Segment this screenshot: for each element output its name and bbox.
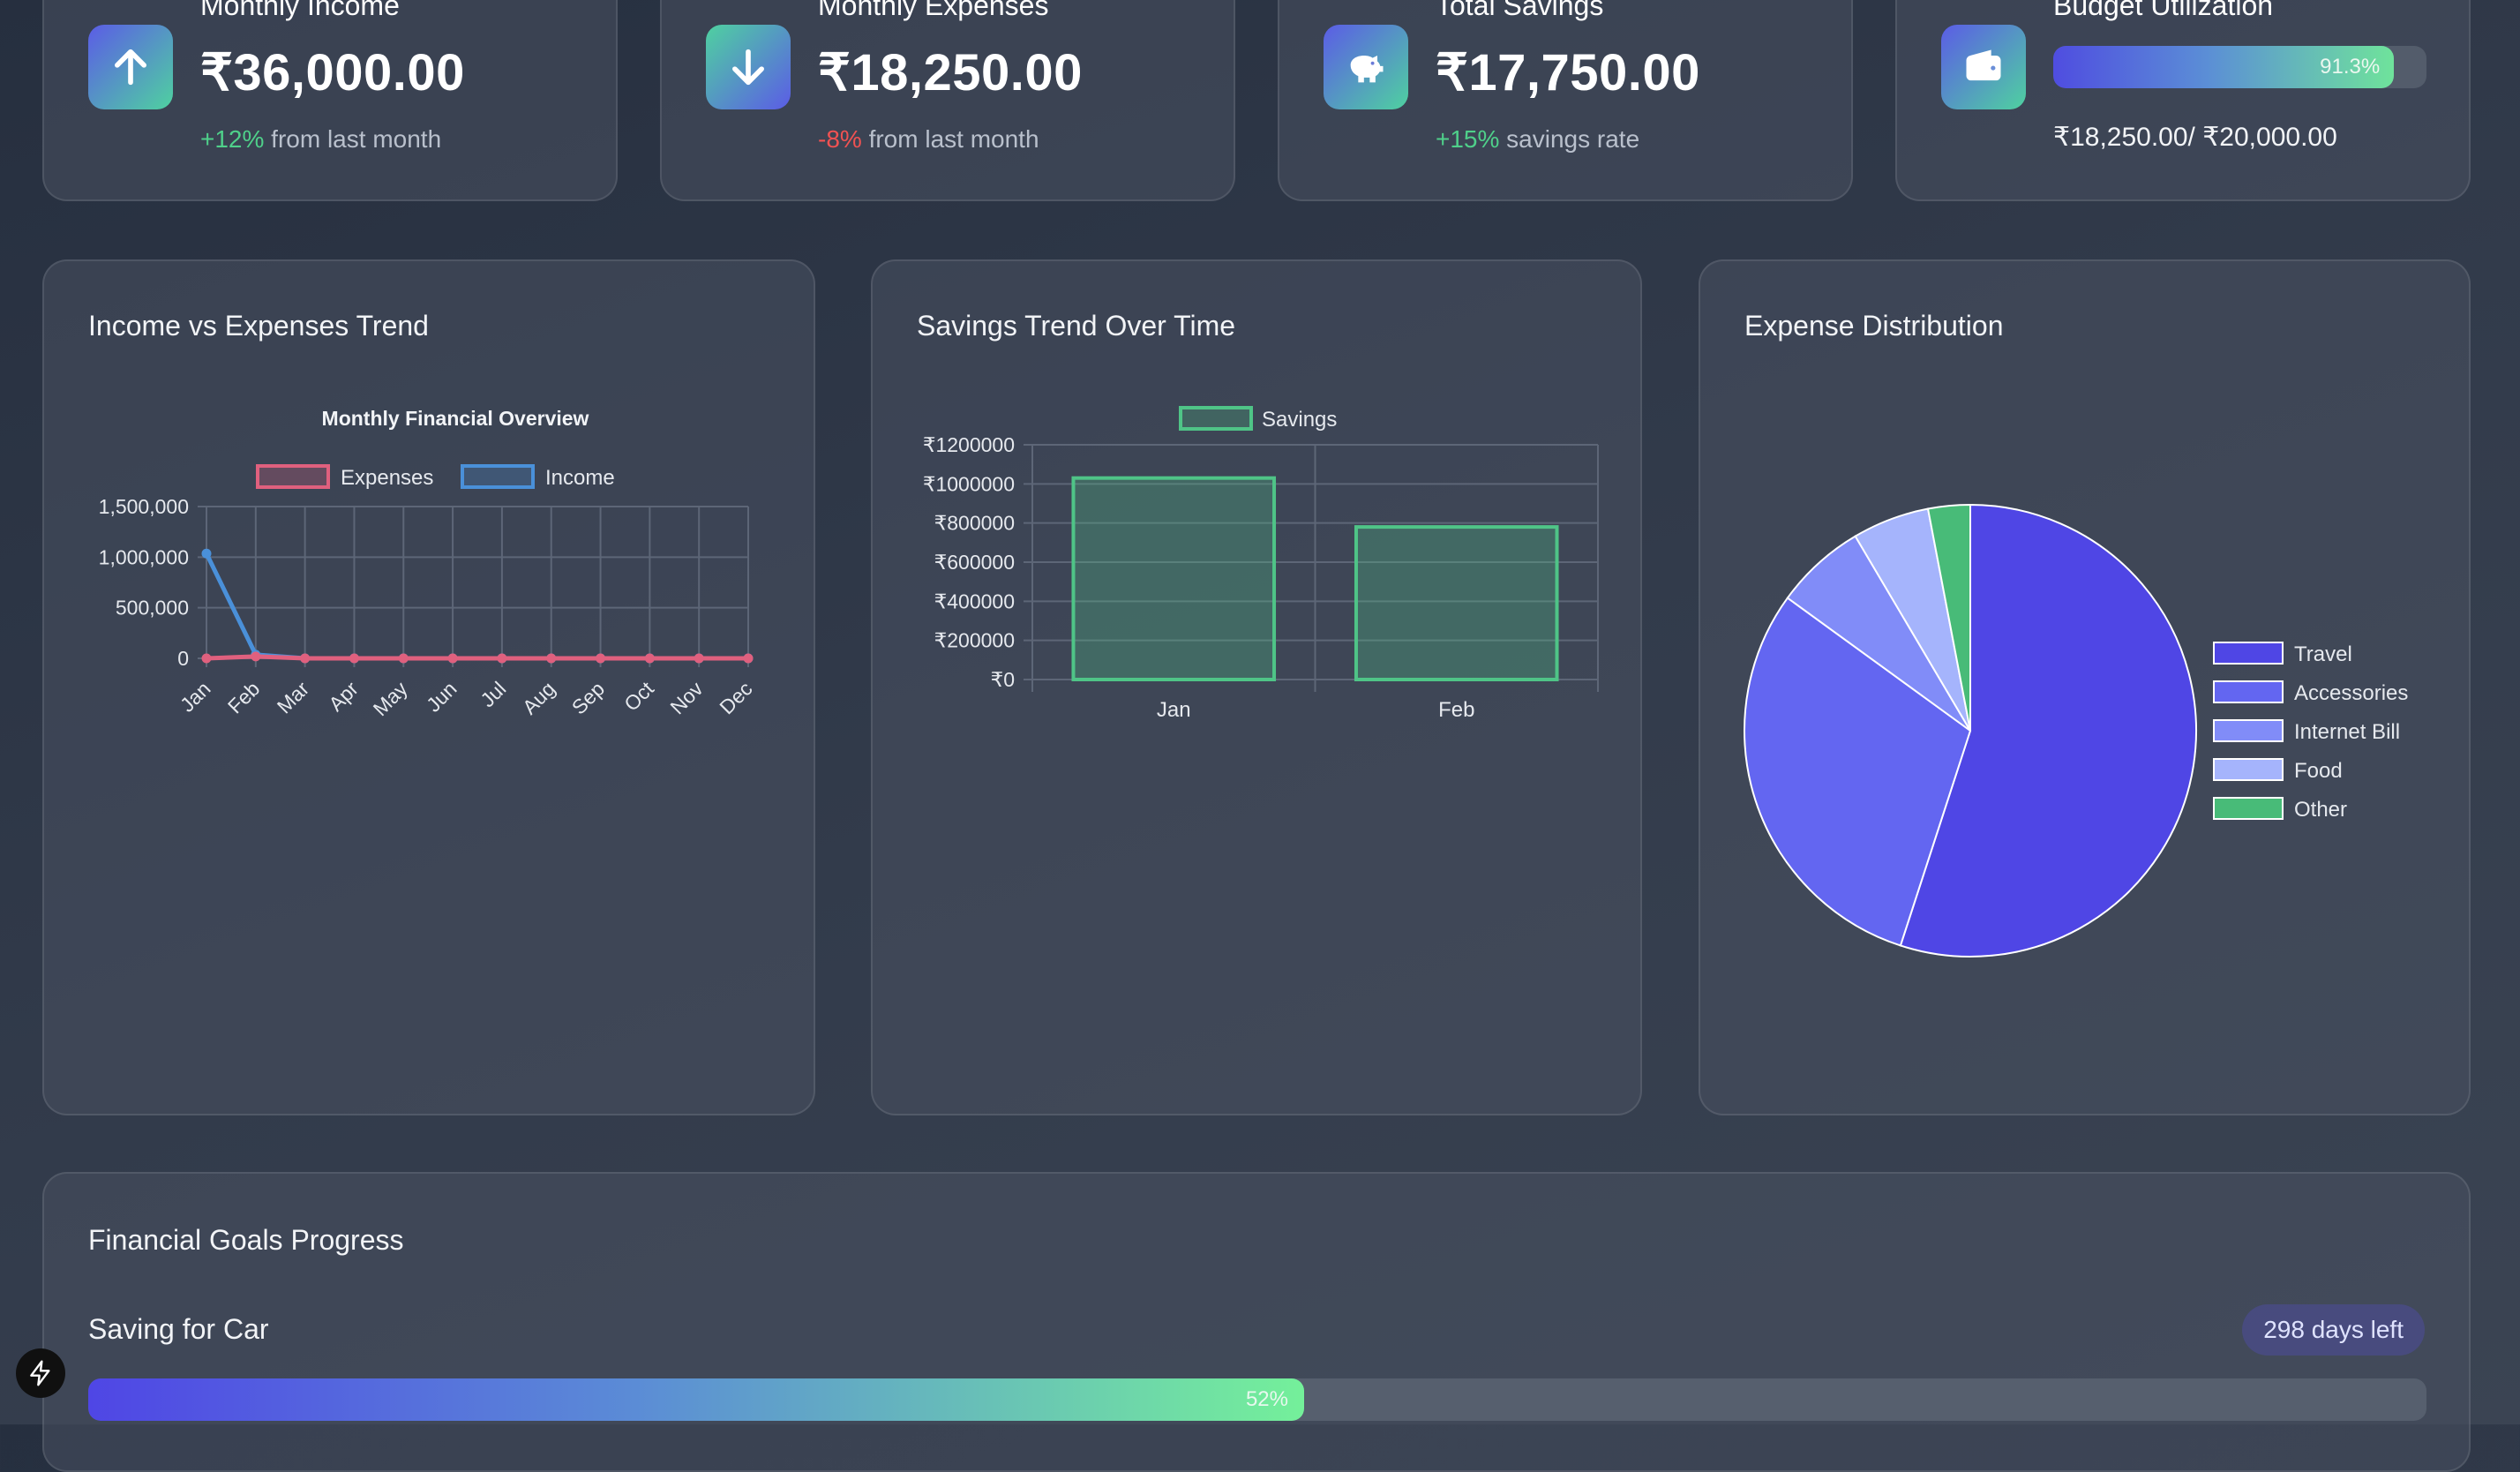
x-tick-label: Sep	[567, 677, 609, 718]
y-tick-label: ₹1200000	[923, 433, 1015, 456]
y-tick-label: ₹800000	[934, 512, 1015, 535]
legend-swatch	[2213, 797, 2284, 820]
x-tick-label: Aug	[518, 677, 559, 718]
x-tick-label: Apr	[324, 677, 363, 716]
bar	[1354, 525, 1559, 681]
expense-distribution-panel: Expense Distribution Travel Accessories In…	[1699, 259, 2471, 1115]
budget-progress-fill: 91.3%	[2053, 46, 2395, 88]
legend-label: Internet Bill	[2294, 720, 2400, 744]
income-expenses-chart: Monthly Financial Overview Expenses Income…	[99, 407, 757, 720]
wallet-icon	[1941, 25, 2026, 109]
goal-progress-fill: 52%	[88, 1378, 1304, 1421]
y-tick-label: 1,500,000	[99, 495, 189, 518]
days-left-badge: 298 days left	[2242, 1304, 2425, 1356]
legend-label: Accessories	[2294, 681, 2408, 705]
x-tick-label: Jun	[422, 677, 461, 717]
legend-swatch	[2213, 680, 2284, 703]
data-point	[349, 653, 359, 664]
x-tick-label: Feb	[223, 677, 264, 717]
goal-name: Saving for Car	[88, 1313, 269, 1345]
data-point	[694, 653, 704, 664]
piggy-bank-icon	[1324, 25, 1408, 109]
chart-title: Monthly Financial Overview	[322, 407, 589, 430]
y-tick-label: ₹200000	[934, 629, 1015, 652]
legend-swatch	[461, 464, 535, 489]
y-tick-label: 500,000	[116, 597, 189, 620]
data-point	[743, 653, 754, 664]
legend-swatch	[2213, 758, 2284, 781]
series-line	[206, 654, 748, 661]
lightning-icon[interactable]	[16, 1348, 65, 1398]
legend-swatch	[1179, 406, 1253, 431]
y-tick-label: 0	[177, 647, 189, 670]
legend-swatch	[2213, 719, 2284, 742]
data-point	[398, 653, 409, 664]
expenses-value: ₹18,250.00	[818, 44, 1083, 101]
legend-label: Income	[545, 466, 615, 490]
expenses-card: Monthly Expenses ₹18,250.00 -8% from las…	[660, 0, 1235, 201]
x-tick-label: Mar	[273, 677, 314, 718]
budget-card: Budget Utilization 91.3% ₹18,250.00/ ₹20…	[1895, 0, 2471, 201]
data-point	[201, 548, 212, 559]
expenses-label: Monthly Expenses	[818, 0, 1049, 21]
income-label: Monthly Income	[200, 0, 400, 21]
savings-chart: Savings ₹0 ₹200000 ₹400000 ₹600000 ₹800000 ₹10…	[923, 406, 1599, 722]
series-line	[204, 552, 748, 661]
budget-progress-bar: 91.3%	[2053, 46, 2426, 88]
x-tick-label: Dec	[715, 677, 756, 718]
budget-amount: ₹18,250.00/ ₹20,000.00	[2053, 123, 2337, 152]
legend-swatch	[2213, 642, 2284, 665]
financial-goals-panel: Financial Goals Progress Saving for Car …	[42, 1172, 2471, 1472]
y-tick-label: ₹400000	[934, 590, 1015, 612]
legend-swatch	[256, 464, 330, 489]
x-tick-label: Feb	[1438, 698, 1474, 722]
savings-value: ₹17,750.00	[1436, 44, 1700, 101]
legend-label: Food	[2294, 759, 2343, 783]
y-tick-label: ₹600000	[934, 551, 1015, 574]
y-tick-label: ₹1000000	[923, 472, 1015, 495]
x-tick-label: May	[369, 677, 412, 720]
goal-progress-bar: 52%	[88, 1378, 2426, 1421]
income-expenses-panel: Income vs Expenses Trend Monthly Financi…	[42, 259, 815, 1115]
y-tick-label: 1,000,000	[99, 545, 189, 568]
legend-label: Expenses	[341, 466, 433, 490]
budget-label: Budget Utilization	[2053, 0, 2274, 21]
data-point	[447, 653, 458, 664]
arrow-up-icon	[88, 25, 173, 109]
income-card: Monthly Income ₹36,000.00 +12% from last…	[42, 0, 618, 201]
legend-label: Other	[2294, 798, 2347, 822]
legend-label: Travel	[2294, 642, 2352, 666]
savings-card: Total Savings ₹17,750.00 +15% savings ra…	[1278, 0, 1853, 201]
expenses-subtext: -8% from last month	[818, 125, 1039, 153]
income-value: ₹36,000.00	[200, 44, 465, 101]
data-point	[497, 653, 507, 664]
x-tick-label: Jan	[1157, 698, 1191, 722]
legend-label: Savings	[1262, 408, 1337, 432]
x-tick-label: Jan	[176, 677, 215, 717]
data-point	[251, 651, 261, 662]
data-point	[546, 653, 557, 664]
savings-label: Total Savings	[1436, 0, 1604, 21]
savings-trend-panel: Savings Trend Over Time Savings ₹0 ₹200000…	[871, 259, 1642, 1115]
y-tick-label: ₹0	[991, 668, 1015, 691]
x-tick-label: Oct	[619, 677, 658, 716]
arrow-down-icon	[706, 25, 791, 109]
bar	[1071, 476, 1277, 681]
data-point	[644, 653, 655, 664]
data-point	[596, 653, 606, 664]
goals-title: Financial Goals Progress	[88, 1224, 404, 1256]
x-tick-label: Jul	[476, 677, 510, 711]
savings-subtext: +15% savings rate	[1436, 125, 1640, 153]
data-point	[201, 653, 212, 664]
data-point	[300, 653, 311, 664]
income-subtext: +12% from last month	[200, 125, 442, 153]
x-tick-label: Nov	[665, 677, 708, 719]
expense-pie-chart: Travel Accessories Internet Bill Food Other	[1744, 503, 2408, 958]
